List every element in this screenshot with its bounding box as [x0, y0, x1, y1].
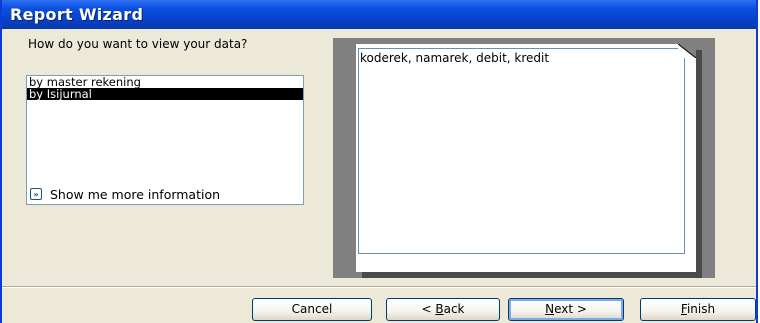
finish-rest: inish [686, 302, 716, 316]
show-more-info-label: Show me more information [50, 186, 221, 202]
back-mnemonic: B [435, 302, 444, 316]
back-prefix: < [421, 302, 436, 316]
double-chevron-icon[interactable]: » [30, 188, 42, 200]
view-question: How do you want to view your data? [28, 37, 248, 51]
cancel-button[interactable]: Cancel [252, 298, 372, 321]
show-more-info[interactable]: » Show me more information [30, 186, 220, 202]
finish-button[interactable]: Finish [640, 298, 756, 321]
cancel-label: Cancel [291, 302, 333, 316]
list-item-isijurnal[interactable]: by Isijurnal [27, 88, 303, 100]
button-separator [2, 286, 756, 288]
window-title: Report Wizard [10, 5, 144, 24]
next-rest: ext > [554, 302, 587, 316]
back-button[interactable]: < Back [386, 298, 500, 321]
preview-page-border [358, 48, 685, 254]
title-bar: Report Wizard [2, 0, 756, 29]
report-wizard-dialog: Report Wizard How do you want to view yo… [0, 0, 758, 323]
back-rest: ack [443, 302, 465, 316]
preview-fields: koderek, namarek, debit, kredit [360, 51, 550, 65]
next-button[interactable]: Next > [508, 298, 624, 321]
next-mnemonic: N [545, 302, 555, 316]
page-fold-corner [678, 44, 696, 58]
